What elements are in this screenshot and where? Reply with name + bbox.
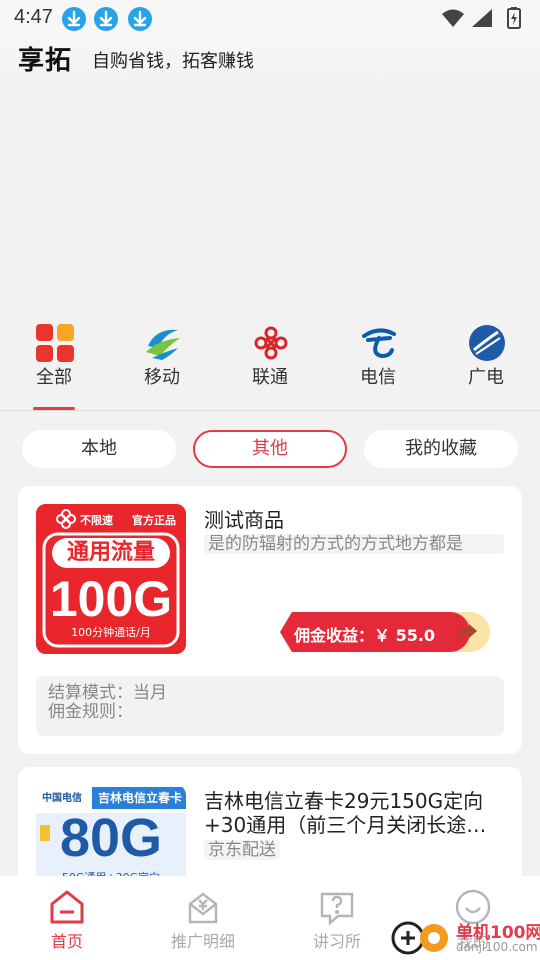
image-banner: 吉林电信立春卡: [98, 791, 183, 805]
filter-local[interactable]: 本地: [22, 430, 176, 468]
image-sub: 100分钟通话/月: [71, 626, 151, 639]
watermark-logo-icon: [390, 920, 454, 956]
download-notification-icon: [128, 7, 152, 31]
filter-favorites[interactable]: 我的收藏: [364, 430, 518, 468]
china-broadnet-icon: [468, 324, 506, 362]
share-icon[interactable]: [456, 621, 478, 643]
home-icon: [48, 888, 86, 926]
product-card[interactable]: 中国电信 吉林电信立春卡 80G 50G通用+30G定向 吉林电信立春卡29元1…: [18, 767, 522, 887]
app-header: 享拓 自购省钱，拓客赚钱: [0, 36, 540, 80]
download-notification-icon: [62, 7, 86, 31]
nav-lecture[interactable]: 讲习所: [282, 876, 392, 960]
product-title: 测试商品: [204, 508, 284, 532]
tag-official: 官方正品: [132, 514, 176, 527]
category-all[interactable]: 全部: [14, 318, 94, 410]
commission-rule: 佣金规则：: [48, 702, 133, 722]
filter-other[interactable]: 其他: [193, 430, 347, 468]
category-label: 联通: [252, 367, 288, 388]
status-bar: 4:47: [0, 0, 540, 36]
image-amount: 80G: [59, 808, 163, 868]
signal-icon: [472, 9, 492, 27]
image-headline: 通用流量: [52, 538, 170, 568]
china-unicom-icon: [252, 324, 290, 362]
china-mobile-icon: [144, 324, 182, 362]
delivery-tag: 京东配送: [204, 840, 280, 860]
category-mobile[interactable]: 移动: [122, 318, 202, 410]
category-label: 电信: [360, 367, 396, 388]
download-notification-icon: [94, 7, 118, 31]
nav-label: 首页: [50, 932, 83, 951]
category-label: 广电: [468, 367, 504, 388]
settle-mode: 结算模式：当月: [48, 683, 167, 703]
china-telecom-icon: [360, 324, 398, 362]
wifi-icon: [442, 9, 464, 27]
product-desc: 是的防辐射的方式的方式地方都是: [204, 534, 504, 554]
site-watermark: 单机100网 danji100.com: [390, 914, 540, 960]
category-unicom[interactable]: 联通: [230, 318, 310, 410]
settlement-info: 结算模式：当月 佣金规则：: [36, 676, 504, 736]
tag-no-speed-limit: 不限速: [80, 514, 113, 527]
status-right: [440, 7, 526, 33]
commission-button[interactable]: 佣金收益：￥ 55.0: [280, 612, 490, 652]
commission-label: 佣金收益：￥ 55.0: [294, 626, 436, 645]
category-telecom[interactable]: 电信: [338, 318, 418, 410]
image-amount: 100G: [49, 571, 173, 627]
divider: [0, 410, 540, 411]
status-time: 4:47: [14, 6, 53, 28]
nav-label: 讲习所: [312, 932, 361, 951]
category-broadnet[interactable]: 广电: [446, 318, 526, 410]
app-slogan: 自购省钱，拓客赚钱: [92, 51, 254, 72]
image-brand: 中国电信: [42, 793, 82, 804]
promotion-detail-icon: [184, 888, 222, 926]
grid-icon: [36, 324, 74, 362]
nav-promotion-detail[interactable]: 推广明细: [148, 876, 258, 960]
nav-home[interactable]: 首页: [12, 876, 122, 960]
carrier-category-bar: 全部 移动 联通 电信 广电: [0, 318, 540, 410]
question-chat-icon: [318, 888, 356, 926]
nav-label: 推广明细: [170, 932, 235, 951]
category-label: 全部: [36, 367, 72, 388]
app-logo: 享拓: [18, 46, 73, 76]
product-title-line2: +30通用（前三个月关闭长途…: [204, 813, 487, 837]
battery-icon: [507, 7, 521, 29]
product-card[interactable]: 不限速 官方正品 通用流量 100G 100分钟通话/月 测试商品 是的防辐射的…: [18, 486, 522, 754]
product-image: 不限速 官方正品 通用流量 100G 100分钟通话/月: [36, 504, 186, 654]
category-label: 移动: [144, 367, 180, 388]
watermark-url: danji100.com: [456, 940, 538, 954]
product-image: 中国电信 吉林电信立春卡 80G 50G通用+30G定向: [36, 785, 186, 887]
